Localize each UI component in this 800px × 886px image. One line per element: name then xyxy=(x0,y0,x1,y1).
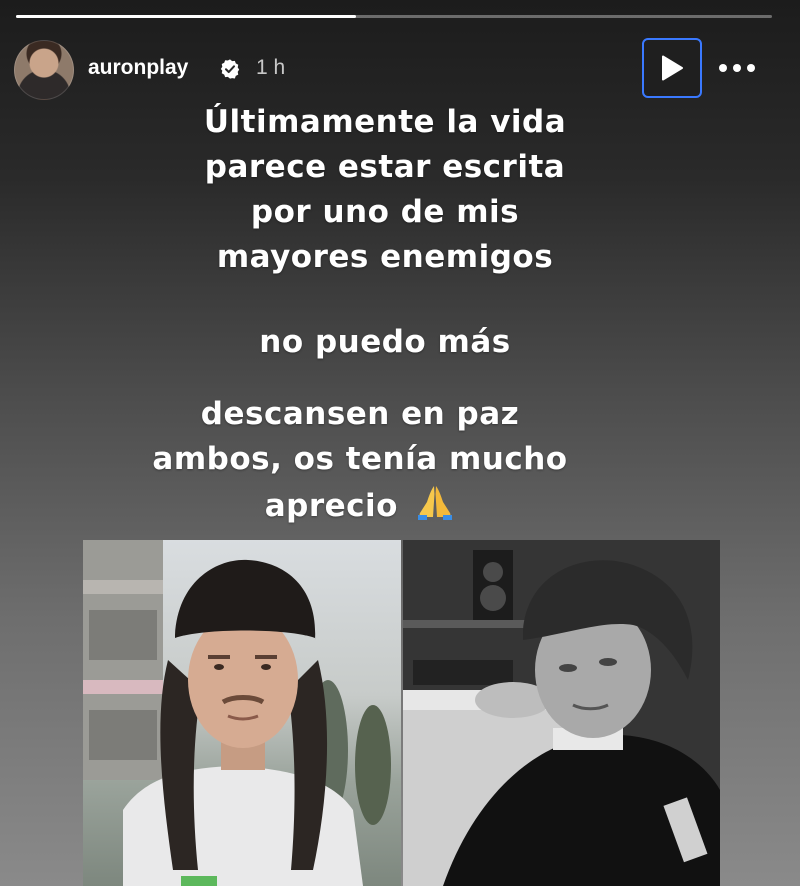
story-text-line: mayores enemigos xyxy=(216,239,554,275)
story-text-line: Últimamente la vida xyxy=(203,104,567,140)
story-text-line: parece estar escrita xyxy=(204,149,566,185)
person-photo-left-icon xyxy=(83,540,391,886)
story-text-line: ambos, os tenía mucho xyxy=(152,441,568,477)
more-horizontal-icon xyxy=(719,64,755,72)
play-button[interactable] xyxy=(642,38,702,98)
story-progress-bar xyxy=(16,15,772,18)
more-options-button[interactable] xyxy=(714,46,760,90)
story-viewer[interactable]: auronplay 1 h Últimamente la vida parece… xyxy=(0,0,800,886)
verified-badge-icon xyxy=(220,59,240,79)
story-text-line-with-emoji: aprecio xyxy=(120,482,600,529)
story-text-line: no puedo más xyxy=(259,324,511,360)
person-photo-right-icon xyxy=(403,540,720,886)
story-text-line: por uno de mis xyxy=(250,194,520,230)
story-text-block-1: Últimamente la vida parece estar escrita… xyxy=(150,100,620,280)
story-text-block-2: no puedo más xyxy=(150,320,620,365)
photo-right xyxy=(403,540,720,886)
story-header: auronplay 1 h xyxy=(14,38,786,100)
username[interactable]: auronplay xyxy=(88,56,188,80)
avatar[interactable] xyxy=(14,40,74,100)
story-progress-fill xyxy=(16,15,357,18)
post-time: 1 h xyxy=(256,56,286,79)
story-text-block-3: descansen en paz ambos, os tenía mucho a… xyxy=(120,392,600,529)
play-icon xyxy=(662,55,683,81)
story-text-line: aprecio xyxy=(264,488,398,524)
photo-left xyxy=(83,540,401,886)
folded-hands-emoji-icon xyxy=(418,486,453,520)
story-text-line: descansen en paz xyxy=(200,396,520,432)
